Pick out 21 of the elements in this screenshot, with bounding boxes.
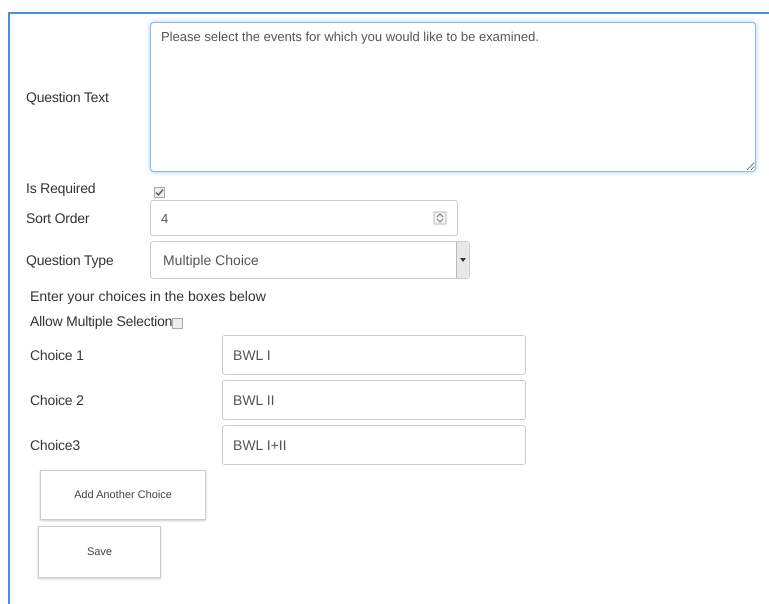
field-label: Choice3 <box>30 437 81 453</box>
caret-icon <box>460 258 466 262</box>
field-label: Choice 1 <box>30 347 85 363</box>
save-button[interactable]: Save <box>38 526 161 578</box>
field-label: Choice 2 <box>30 392 85 408</box>
spinner-icon[interactable] <box>434 212 446 224</box>
field-label: Question Type <box>26 252 114 268</box>
checkbox[interactable] <box>172 318 184 329</box>
choice-field[interactable]: BWL II <box>222 380 526 420</box>
question-type-dropdown[interactable]: Multiple Choice <box>150 241 470 279</box>
instruction-text: Enter your choices in the boxes below <box>30 288 266 304</box>
checkbox[interactable] <box>154 186 165 198</box>
field-label: Sort Order <box>26 210 90 226</box>
add-choice-button[interactable]: Add Another Choice <box>40 470 206 520</box>
sort-order-field[interactable]: 4 <box>150 200 458 236</box>
choice-field[interactable]: BWL I <box>222 335 526 375</box>
choice-field[interactable]: BWL I+II <box>222 425 526 465</box>
field-label: Question Text <box>26 89 110 105</box>
field-label: Is Required <box>26 180 96 196</box>
question-text-field[interactable]: Please select the events for which you would like to be examined. <box>150 22 756 172</box>
field-label: Allow Multiple Selection <box>30 312 172 328</box>
